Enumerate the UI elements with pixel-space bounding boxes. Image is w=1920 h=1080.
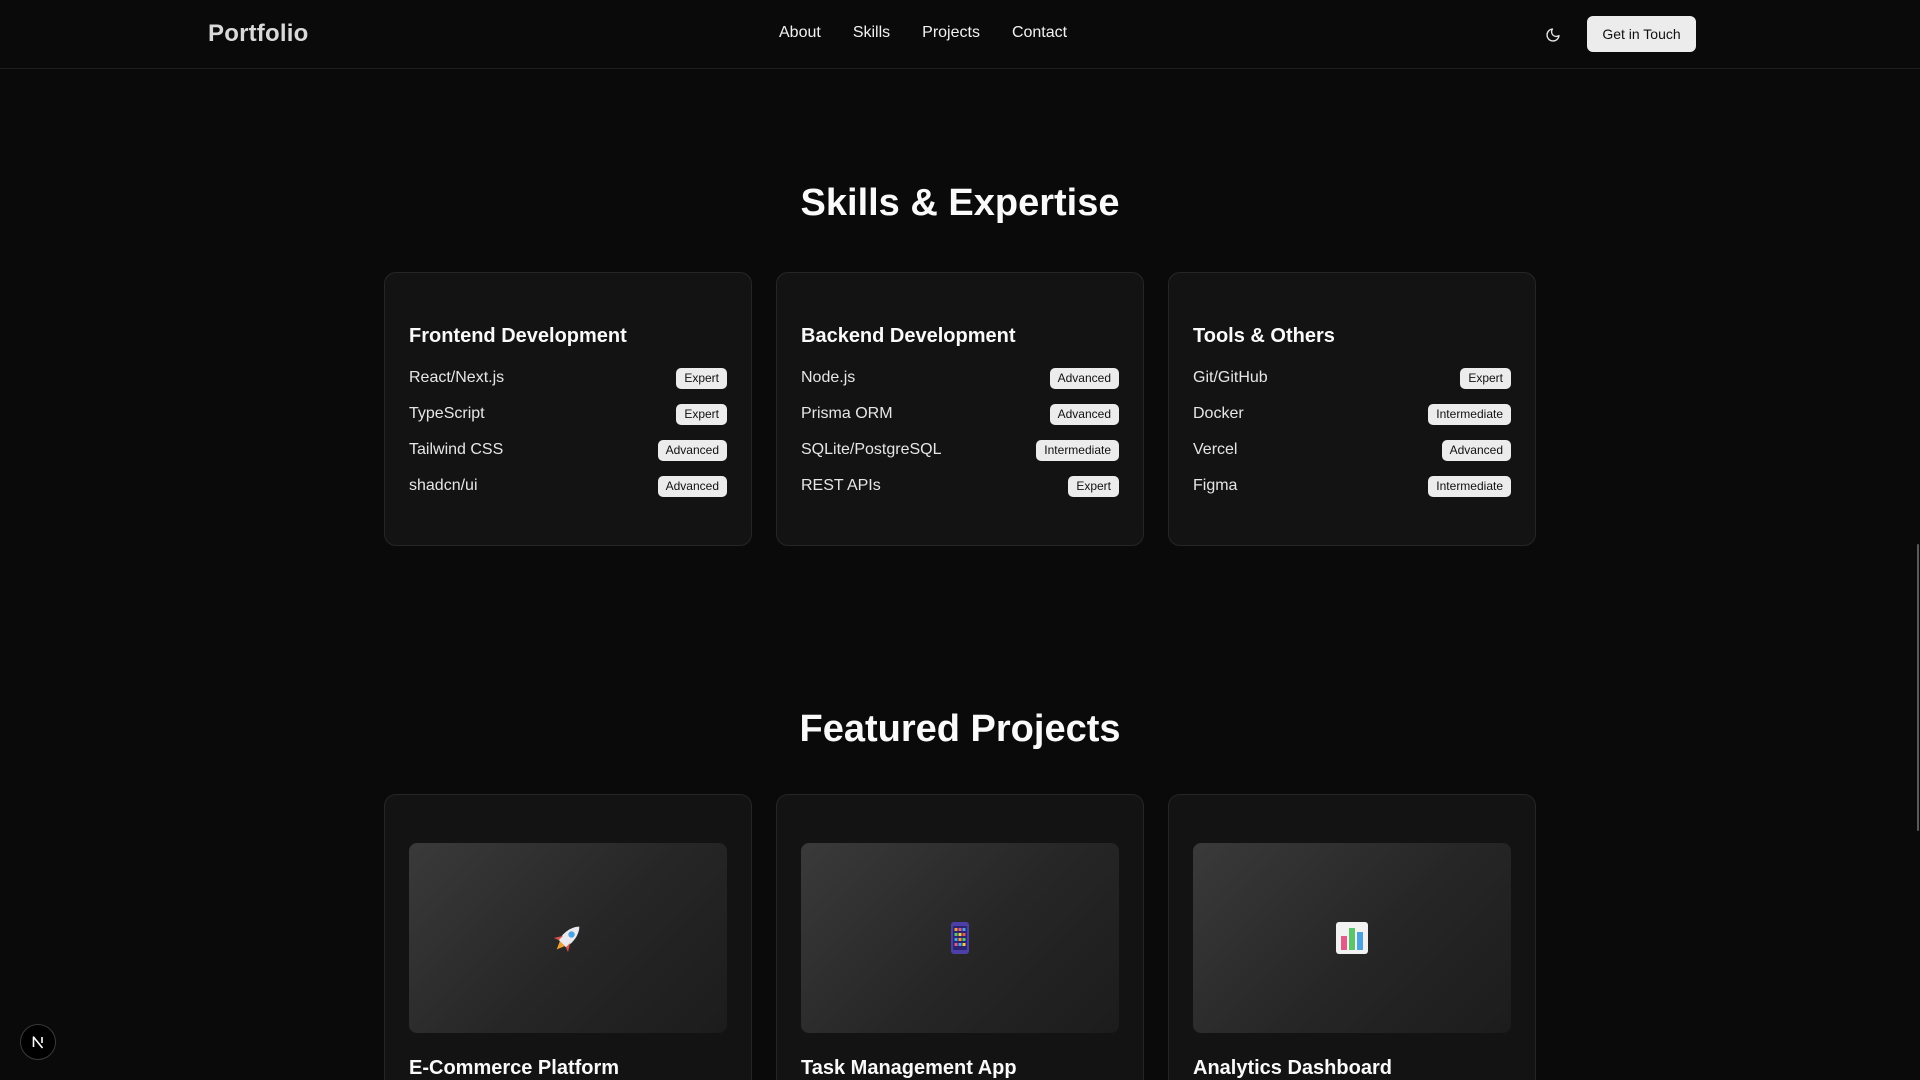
scrollbar-track[interactable] [1916, 69, 1920, 1080]
project-title: E-Commerce Platform [409, 1057, 620, 1079]
skill-level-badge: Intermediate [1036, 439, 1119, 461]
skill-level-badge: Advanced [1049, 403, 1119, 425]
skill-name: Git/GitHub [1193, 369, 1268, 386]
brand-logo[interactable]: Portfolio [208, 20, 308, 48]
skill-name: Vercel [1193, 441, 1238, 458]
skill-level-badge: Advanced [657, 439, 727, 461]
skill-card-tools: Tools & Others Git/GitHub Expert Docker … [1168, 272, 1536, 546]
nav-link-skills[interactable]: Skills [853, 24, 890, 42]
nextjs-dev-badge[interactable] [20, 1024, 56, 1060]
theme-toggle-button[interactable] [1538, 20, 1568, 50]
get-in-touch-button[interactable]: Get in Touch [1587, 16, 1696, 52]
skill-level-badge: Expert [1068, 475, 1119, 497]
skill-card-title: Backend Development [801, 325, 1016, 347]
nav-link-contact[interactable]: Contact [1012, 24, 1067, 42]
skill-level-badge: Advanced [1049, 367, 1119, 389]
site-header: Portfolio About Skills Projects Contact … [0, 0, 1920, 69]
main-nav: About Skills Projects Contact [779, 24, 1067, 42]
skill-name: Prisma ORM [801, 405, 893, 422]
page: Portfolio About Skills Projects Contact … [0, 0, 1920, 1080]
project-thumbnail [801, 843, 1119, 1033]
skill-level-badge: Advanced [657, 475, 727, 497]
mobile-app-icon [951, 922, 969, 954]
skill-level-badge: Expert [1460, 367, 1511, 389]
skill-name: Docker [1193, 405, 1244, 422]
skill-level-badge: Intermediate [1428, 403, 1511, 425]
skill-level-badge: Intermediate [1428, 475, 1511, 497]
scrollbar-thumb[interactable] [1917, 544, 1919, 831]
skill-row: Prisma ORM Advanced [801, 403, 1119, 425]
project-thumbnail [409, 843, 727, 1033]
projects-title: Featured Projects [799, 708, 1121, 750]
nav-link-about[interactable]: About [779, 24, 821, 42]
skill-row: Figma Intermediate [1193, 475, 1511, 497]
skill-level-badge: Advanced [1441, 439, 1511, 461]
rocket-icon [553, 926, 580, 953]
skill-row: SQLite/PostgreSQL Intermediate [801, 439, 1119, 461]
skill-row: REST APIs Expert [801, 475, 1119, 497]
skill-card-frontend: Frontend Development React/Next.js Exper… [384, 272, 752, 546]
skill-level-badge: Expert [676, 403, 727, 425]
skill-name: React/Next.js [409, 369, 505, 386]
skill-row: shadcn/ui Advanced [409, 475, 727, 497]
skills-title: Skills & Expertise [800, 182, 1120, 224]
skill-card-backend: Backend Development Node.js Advanced Pri… [776, 272, 1144, 546]
bar-chart-icon [1336, 922, 1368, 954]
skill-level-badge: Expert [676, 367, 727, 389]
skill-card-title: Frontend Development [409, 325, 627, 347]
moon-icon [1546, 28, 1560, 42]
skill-row: Tailwind CSS Advanced [409, 439, 727, 461]
skill-name: Node.js [801, 369, 856, 386]
skill-name: shadcn/ui [409, 477, 478, 494]
project-card-analytics[interactable]: Analytics Dashboard [1168, 794, 1536, 1080]
skill-name: Figma [1193, 477, 1238, 494]
nav-link-projects[interactable]: Projects [922, 24, 980, 42]
skill-row: Node.js Advanced [801, 367, 1119, 389]
skill-row: TypeScript Expert [409, 403, 727, 425]
project-card-task-app[interactable]: Task Management App [776, 794, 1144, 1080]
project-card-ecommerce[interactable]: E-Commerce Platform [384, 794, 752, 1080]
skill-name: Tailwind CSS [409, 441, 504, 458]
nextjs-logo-icon [32, 1036, 44, 1049]
skill-row: Git/GitHub Expert [1193, 367, 1511, 389]
project-title: Task Management App [801, 1057, 1017, 1079]
skill-row: React/Next.js Expert [409, 367, 727, 389]
project-title: Analytics Dashboard [1193, 1057, 1392, 1079]
skill-row: Vercel Advanced [1193, 439, 1511, 461]
skill-name: REST APIs [801, 477, 881, 494]
skill-row: Docker Intermediate [1193, 403, 1511, 425]
skill-name: TypeScript [409, 405, 485, 422]
project-thumbnail [1193, 843, 1511, 1033]
skill-name: SQLite/PostgreSQL [801, 441, 942, 458]
skill-card-title: Tools & Others [1193, 325, 1335, 347]
